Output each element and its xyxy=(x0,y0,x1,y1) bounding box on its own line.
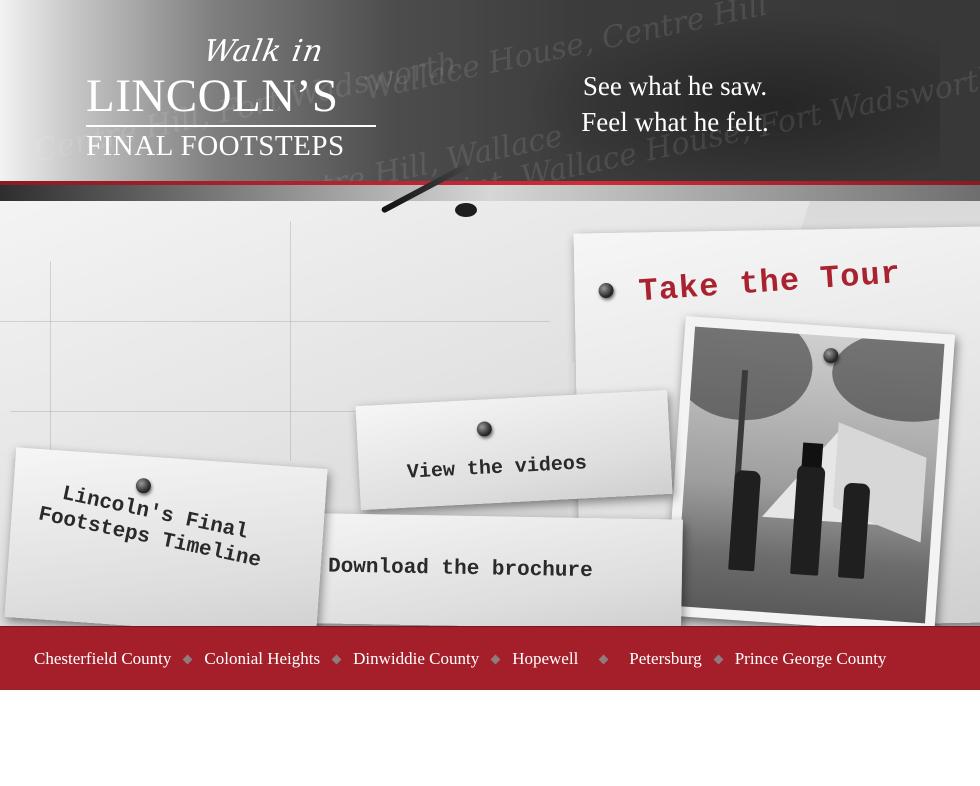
download-brochure-card[interactable]: Download the brochure xyxy=(261,512,683,630)
tagline-line-2: Feel what he felt. xyxy=(581,107,769,137)
tack-icon xyxy=(598,282,614,299)
lincoln-camp-photo[interactable] xyxy=(664,315,956,635)
nav-link-hopewell[interactable]: Hopewell xyxy=(512,649,578,669)
view-videos-card[interactable]: View the videos xyxy=(355,389,673,511)
logo-lincolns: LINCOLN’S xyxy=(86,70,339,122)
diamond-separator-icon xyxy=(479,650,512,668)
logo-final-footsteps: FINAL FOOTSTEPS xyxy=(86,130,345,162)
nav-link-petersburg[interactable]: Petersburg xyxy=(629,649,701,669)
logo-walk-in: Walk in xyxy=(200,34,327,69)
timeline-card[interactable]: Lincoln's Final Footsteps Timeline xyxy=(4,447,328,639)
download-brochure-label: Download the brochure xyxy=(327,555,593,584)
nav-link-chesterfield-county[interactable]: Chesterfield County xyxy=(34,649,171,669)
photo-figure xyxy=(728,469,762,572)
tagline-line-1: See what he saw. xyxy=(582,71,768,101)
timeline-label: Lincoln's Final Footsteps Timeline xyxy=(36,482,263,574)
diamond-separator-icon xyxy=(702,650,735,668)
paper-crease xyxy=(0,321,550,322)
view-videos-label: View the videos xyxy=(406,452,588,485)
photo-image xyxy=(675,326,945,624)
diamond-separator-icon xyxy=(320,650,353,668)
logo-divider xyxy=(86,125,376,127)
photo-foliage xyxy=(829,326,945,427)
diamond-separator-icon xyxy=(171,650,204,668)
county-nav-list: Chesterfield County Colonial Heights Din… xyxy=(0,627,980,690)
diamond-separator-icon xyxy=(578,650,629,668)
photo-top-hat xyxy=(801,442,824,468)
county-nav-bar: Chesterfield County Colonial Heights Din… xyxy=(0,626,980,690)
site-logo[interactable]: Walk in LINCOLN’S FINAL FOOTSTEPS xyxy=(86,34,382,164)
tack-icon xyxy=(135,477,152,494)
site-header: Centre Hill, Fort Wadsworth Wallace Hous… xyxy=(0,0,980,183)
take-the-tour-label: Take the Tour xyxy=(637,255,903,311)
paper-crease xyxy=(290,221,291,461)
photo-figure xyxy=(837,482,871,580)
nav-link-colonial-heights[interactable]: Colonial Heights xyxy=(204,649,320,669)
metal-band xyxy=(0,185,980,201)
nail-head-icon xyxy=(455,203,477,217)
nav-link-prince-george-county[interactable]: Prince George County xyxy=(735,649,887,669)
tagline: See what he saw. Feel what he felt. xyxy=(560,68,790,140)
nav-link-dinwiddie-county[interactable]: Dinwiddie County xyxy=(353,649,479,669)
tack-icon xyxy=(476,421,493,437)
